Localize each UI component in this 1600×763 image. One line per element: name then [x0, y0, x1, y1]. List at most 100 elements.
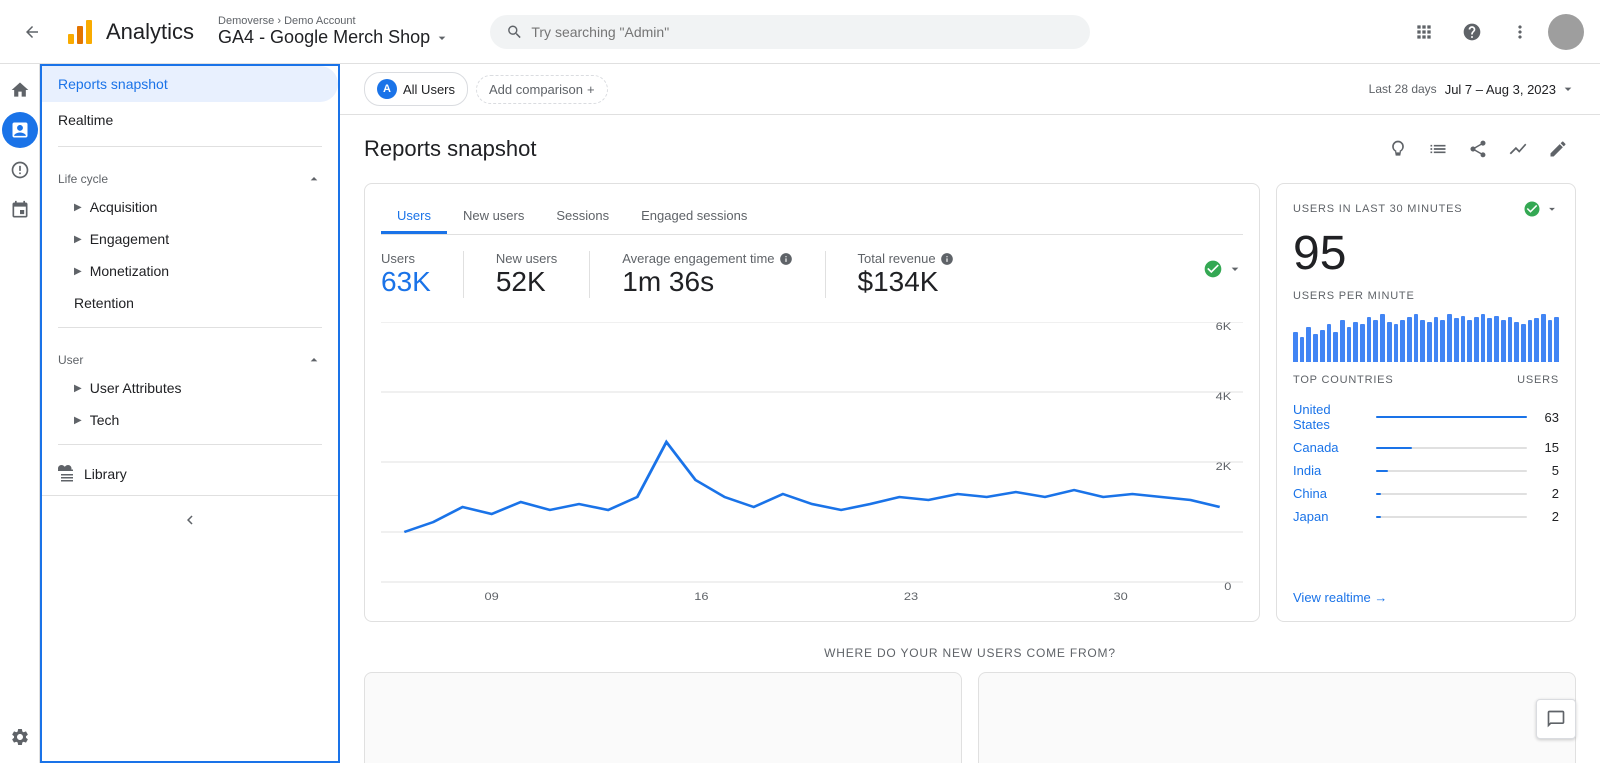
engagement-info-icon[interactable]: [779, 252, 793, 266]
country-users-count: 63: [1535, 410, 1559, 425]
country-name[interactable]: Canada: [1293, 440, 1368, 455]
user-section-collapse-icon[interactable]: [306, 352, 322, 368]
sidebar-item-reports-snapshot[interactable]: Reports snapshot: [42, 66, 338, 102]
cards-grid: Users New users Sessions Engaged session…: [340, 175, 1600, 638]
date-range-selector[interactable]: Last 28 days Jul 7 – Aug 3, 2023: [1369, 81, 1576, 97]
avatar[interactable]: [1548, 14, 1584, 50]
view-realtime-link[interactable]: View realtime →: [1293, 590, 1559, 605]
realtime-count: 95: [1293, 230, 1559, 278]
metric-revenue: Total revenue $134K: [858, 251, 954, 298]
bottom-cards: [364, 672, 1576, 763]
sidebar: Reports snapshot Realtime Life cycle ▶ A…: [40, 64, 340, 763]
country-bar-wrap: [1376, 447, 1527, 449]
country-name[interactable]: Japan: [1293, 509, 1368, 524]
mini-bar: [1360, 324, 1365, 362]
mini-bar: [1340, 320, 1345, 362]
home-icon-btn[interactable]: [2, 72, 38, 108]
country-name[interactable]: India: [1293, 463, 1368, 478]
chart-tab-new-users[interactable]: New users: [447, 200, 540, 234]
mini-bar: [1353, 322, 1358, 362]
svg-text:09: 09: [485, 590, 500, 602]
top-countries-label: TOP COUNTRIES: [1293, 374, 1393, 386]
sidebar-item-acquisition[interactable]: ▶ Acquisition: [42, 191, 338, 223]
user-attributes-label: User Attributes: [90, 380, 182, 396]
search-bar[interactable]: [490, 15, 1090, 49]
add-comparison-button[interactable]: Add comparison +: [476, 75, 608, 104]
svg-text:30: 30: [1114, 590, 1129, 602]
apps-button[interactable]: [1404, 12, 1444, 52]
svg-text:4K: 4K: [1216, 390, 1232, 403]
revenue-info-icon[interactable]: [940, 252, 954, 266]
mini-bar: [1440, 320, 1445, 362]
mini-bar: [1454, 318, 1459, 362]
lifecycle-collapse-icon[interactable]: [306, 171, 322, 187]
metric-dropdown-icon[interactable]: [1227, 261, 1243, 277]
feedback-button[interactable]: [1536, 699, 1576, 739]
add-comparison-label: Add comparison: [489, 82, 583, 97]
advertising-icon-btn[interactable]: [2, 192, 38, 228]
mini-bar: [1474, 317, 1479, 362]
country-name[interactable]: United States: [1293, 402, 1368, 432]
mini-bar: [1494, 316, 1499, 362]
more-button[interactable]: [1500, 12, 1540, 52]
sidebar-item-realtime[interactable]: Realtime: [42, 102, 338, 138]
engagement-label: Engagement: [90, 231, 169, 247]
help-button[interactable]: [1452, 12, 1492, 52]
realtime-label: Realtime: [58, 112, 113, 128]
mini-bar: [1487, 318, 1492, 362]
country-users-count: 2: [1535, 486, 1559, 501]
metric-engagement-value: 1m 36s: [622, 266, 792, 298]
line-chart: 6K 4K 2K 0 09 Jul 16 23 30: [381, 322, 1243, 602]
mini-bar: [1347, 327, 1352, 362]
country-row: United States 63: [1293, 398, 1559, 436]
mini-bar: [1427, 322, 1432, 362]
customize-button[interactable]: [1420, 131, 1456, 167]
explore-icon-btn[interactable]: [2, 152, 38, 188]
share-button[interactable]: [1460, 131, 1496, 167]
svg-text:23: 23: [904, 590, 919, 602]
mini-bar: [1380, 314, 1385, 362]
realtime-dropdown-icon[interactable]: [1545, 202, 1559, 216]
mini-bar: [1373, 320, 1378, 362]
chart-tab-users[interactable]: Users: [381, 200, 447, 234]
analytics-button[interactable]: [1500, 131, 1536, 167]
country-bar-wrap: [1376, 516, 1527, 518]
mini-bar: [1514, 322, 1519, 362]
sidebar-item-retention[interactable]: Retention: [42, 287, 338, 319]
check-circle-icon: [1203, 259, 1223, 279]
top-countries-header: TOP COUNTRIES USERS: [1293, 374, 1559, 386]
sidebar-section-lifecycle: Life cycle: [42, 155, 338, 191]
settings-icon-btn[interactable]: [2, 719, 38, 755]
country-bar-wrap: [1376, 493, 1527, 495]
countries-list: United States63Canada15India5China2Japan…: [1293, 398, 1559, 528]
sidebar-item-tech[interactable]: ▶ Tech: [42, 404, 338, 436]
country-name[interactable]: China: [1293, 486, 1368, 501]
country-bar: [1376, 447, 1412, 449]
sidebar-item-user-attributes[interactable]: ▶ User Attributes: [42, 372, 338, 404]
top-header: Analytics Demoverse › Demo Account GA4 -…: [0, 0, 1600, 64]
sidebar-item-engagement[interactable]: ▶ Engagement: [42, 223, 338, 255]
logo-area: Analytics: [64, 16, 194, 48]
acquisition-arrow-icon: ▶: [74, 202, 82, 213]
content-area: A All Users Add comparison + Last 28 day…: [340, 64, 1600, 763]
metric-new-users-value: 52K: [496, 266, 557, 298]
sidebar-collapse-button[interactable]: [174, 504, 206, 536]
all-users-chip[interactable]: A All Users: [364, 72, 468, 106]
sidebar-item-library[interactable]: Library: [42, 453, 338, 495]
chart-tab-engaged-sessions[interactable]: Engaged sessions: [625, 200, 763, 234]
metrics-row: Users 63K New users 52K Averag: [381, 251, 1243, 298]
edit-button[interactable]: [1540, 131, 1576, 167]
sidebar-item-monetization[interactable]: ▶ Monetization: [42, 255, 338, 287]
country-row: India5: [1293, 459, 1559, 482]
metric-revenue-label: Total revenue: [858, 251, 954, 266]
back-button[interactable]: [16, 16, 48, 48]
reports-icon-btn[interactable]: [2, 112, 38, 148]
chart-tab-sessions[interactable]: Sessions: [540, 200, 625, 234]
insights-button[interactable]: [1380, 131, 1416, 167]
account-selector[interactable]: GA4 - Google Merch Shop: [218, 27, 450, 48]
date-prefix: Last 28 days: [1369, 82, 1437, 96]
search-input[interactable]: [531, 24, 1074, 40]
mini-bar: [1327, 324, 1332, 362]
user-section-label: User: [58, 353, 83, 367]
page-actions: [1380, 131, 1576, 167]
